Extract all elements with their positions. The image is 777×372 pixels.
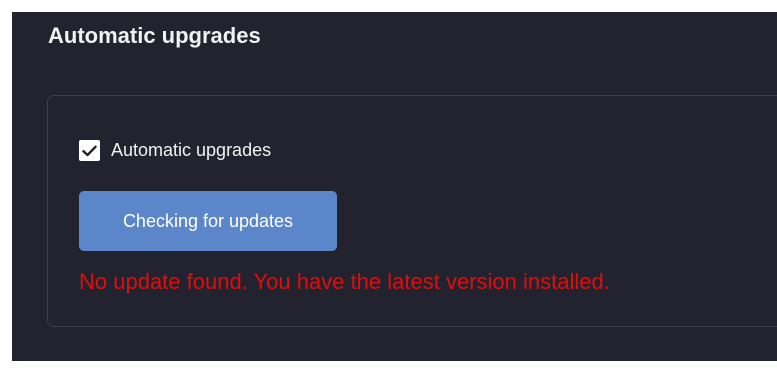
update-status-message: No update found. You have the latest ver… xyxy=(79,269,610,294)
checkmark-icon xyxy=(82,145,97,156)
section-title: Automatic upgrades xyxy=(48,23,261,48)
automatic-upgrades-label: Automatic upgrades xyxy=(111,140,272,160)
checkbox-checked-icon[interactable] xyxy=(79,140,100,161)
check-for-updates-button[interactable]: Checking for updates xyxy=(79,191,337,251)
automatic-upgrades-checkbox[interactable]: Automatic upgrades xyxy=(79,140,271,161)
